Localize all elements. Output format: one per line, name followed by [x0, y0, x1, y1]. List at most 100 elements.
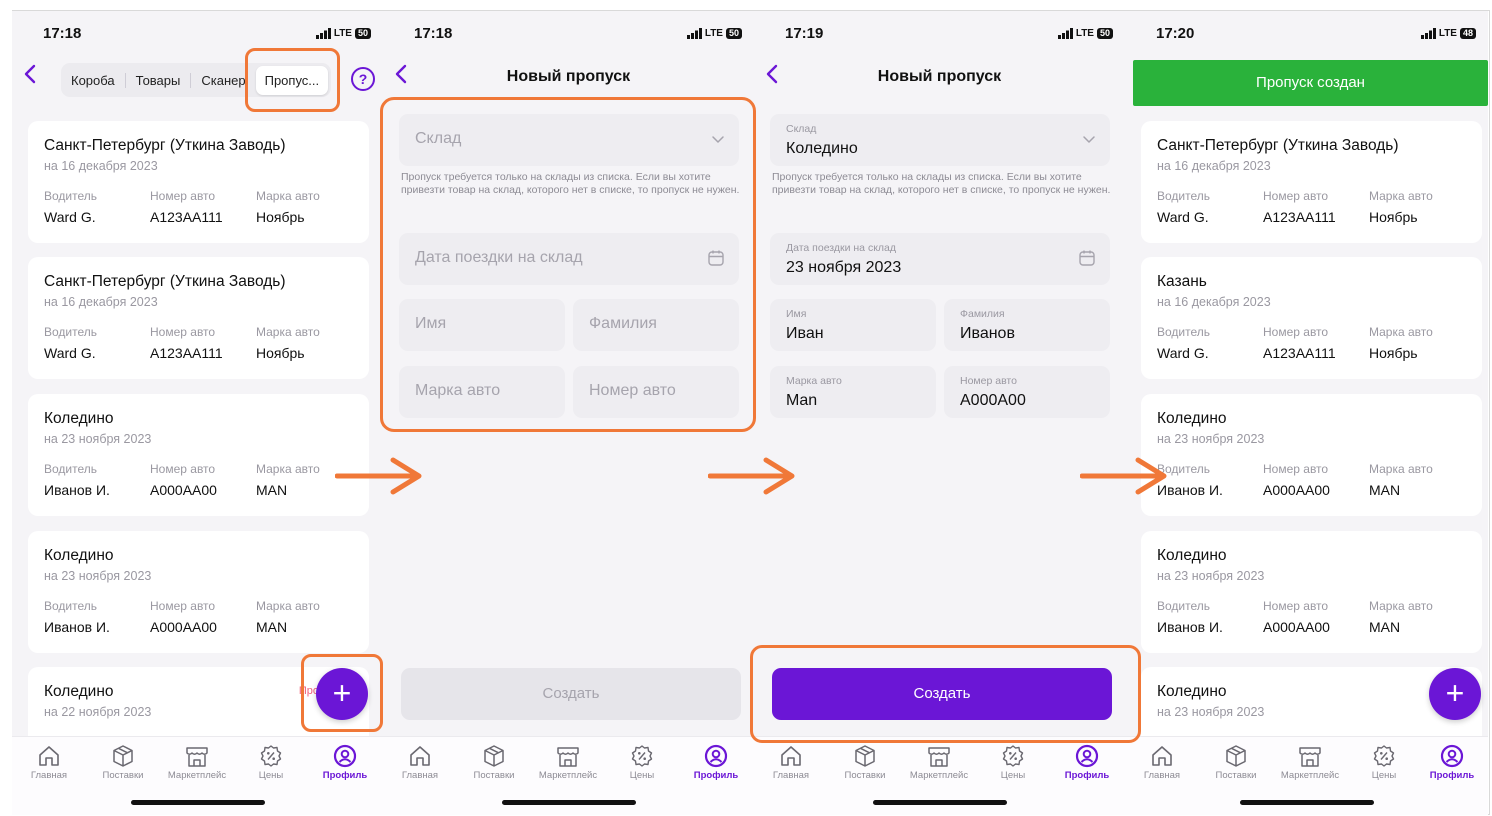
tab-supplies[interactable]: Поставки	[1199, 743, 1273, 781]
help-icon[interactable]: ?	[351, 67, 375, 91]
tab-supplies[interactable]: Поставки	[86, 743, 160, 781]
driver-label: Водитель	[1157, 325, 1211, 339]
pass-card[interactable]: Санкт-Петербург (Уткина Заводь) на 16 де…	[1141, 121, 1482, 243]
tab-profile[interactable]: Профиль	[679, 743, 753, 781]
status-bar: 17:20 LTE 48	[1125, 25, 1488, 45]
tab-home[interactable]: Главная	[12, 743, 86, 781]
highlight-form-fields	[380, 97, 756, 432]
tab-supplies[interactable]: Поставки	[828, 743, 902, 781]
tab-home[interactable]: Главная	[383, 743, 457, 781]
driver-value: Ward G.	[1157, 345, 1209, 361]
battery-icon: 50	[725, 28, 742, 39]
driver-value: Ward G.	[1157, 209, 1209, 225]
signal-bars-icon	[315, 28, 331, 39]
trip-date-label: Дата поездки на склад	[786, 242, 896, 254]
pass-card[interactable]: Коледино на 23 ноября 2023 Водитель Номе…	[1141, 531, 1482, 653]
signal-bars-icon	[686, 28, 702, 39]
tab-supplies[interactable]: Поставки	[457, 743, 531, 781]
tab-marketplace[interactable]: Маркетплейс	[1273, 743, 1347, 781]
tab-label: Маркетплейс	[1280, 770, 1340, 781]
home-icon	[410, 746, 430, 766]
tab-label: Цены	[258, 770, 284, 781]
tab-label: Поставки	[473, 770, 515, 781]
driver-label: Водитель	[1157, 599, 1211, 613]
tab-label: Профиль	[322, 770, 368, 781]
tab-marketplace[interactable]: Маркетплейс	[160, 743, 234, 781]
tab-prices[interactable]: Цены	[1347, 743, 1421, 781]
tab-label: Поставки	[844, 770, 886, 781]
pass-card[interactable]: Коледино на 23 ноября 2023 Водитель Номе…	[1141, 394, 1482, 516]
box-icon	[484, 745, 504, 767]
car-brand-label: Марка авто	[256, 462, 320, 476]
create-button-disabled[interactable]: Создать	[401, 668, 741, 720]
pass-city: Санкт-Петербург (Уткина Заводь)	[1157, 137, 1399, 154]
first-name-value: Иван	[786, 325, 824, 342]
add-pass-button[interactable]: +	[1429, 668, 1481, 720]
pass-card[interactable]: Санкт-Петербург (Уткина Заводь) на 16 де…	[28, 257, 369, 379]
signal-indicator: LTE 48	[1420, 28, 1476, 39]
pass-card[interactable]: Казань на 16 декабря 2023 Водитель Номер…	[1141, 257, 1482, 379]
tab-label: Маркетплейс	[538, 770, 598, 781]
car-number-label: Номер авто	[960, 375, 1017, 387]
signal-bars-icon	[1057, 28, 1073, 39]
car-brand-value: MAN	[1369, 619, 1401, 635]
home-indicator	[1239, 800, 1374, 805]
car-number-field[interactable]: Номер авто А000А00	[944, 366, 1110, 418]
driver-label: Водитель	[44, 462, 98, 476]
percent-icon	[1373, 745, 1395, 767]
trip-date-field[interactable]: Дата поездки на склад 23 ноября 2023	[770, 233, 1110, 285]
network-label: LTE	[333, 28, 352, 39]
first-name-field[interactable]: Имя Иван	[770, 299, 936, 351]
home-indicator	[130, 800, 265, 805]
car-brand-value: MAN	[256, 482, 288, 498]
home-icon	[1152, 746, 1172, 766]
tab-home[interactable]: Главная	[754, 743, 828, 781]
highlight-passes-tab	[245, 48, 340, 112]
pass-card[interactable]: Коледино на 23 ноября 2023 Водитель Номе…	[28, 394, 369, 516]
signal-bars-icon	[1420, 28, 1436, 39]
pass-date: на 16 декабря 2023	[1157, 159, 1271, 173]
tab-marketplace[interactable]: Маркетплейс	[531, 743, 605, 781]
car-number-value: А123АА111	[150, 345, 223, 361]
status-bar: 17:19 LTE 50	[754, 25, 1125, 45]
tab-label: Главная	[1143, 770, 1181, 781]
tab-marketplace[interactable]: Маркетплейс	[902, 743, 976, 781]
back-arrow-icon[interactable]	[20, 63, 40, 85]
car-number-label: Номер авто	[1263, 189, 1329, 203]
pass-city: Санкт-Петербург (Уткина Заводь)	[44, 137, 286, 154]
tab-prices[interactable]: Цены	[976, 743, 1050, 781]
warehouse-select[interactable]: Склад Коледино	[770, 114, 1110, 166]
last-name-field[interactable]: Фамилия Иванов	[944, 299, 1110, 351]
car-number-value: А123АА111	[150, 209, 223, 225]
car-brand-field[interactable]: Марка авто Man	[770, 366, 936, 418]
car-number-value: А000АА00	[1263, 619, 1330, 635]
profile-icon	[704, 744, 728, 768]
car-brand-label: Марка авто	[1369, 599, 1433, 613]
tab-label: Главная	[772, 770, 810, 781]
box-icon	[1226, 745, 1246, 767]
tab-home[interactable]: Главная	[1125, 743, 1199, 781]
car-brand-value: Ноябрь	[256, 209, 305, 225]
tab-prices[interactable]: Цены	[605, 743, 679, 781]
car-number-value: А000АА00	[1263, 482, 1330, 498]
tab-profile[interactable]: Профиль	[1050, 743, 1124, 781]
car-number-label: Номер авто	[150, 325, 216, 339]
car-brand-value: Man	[786, 392, 818, 409]
pass-date: на 23 ноября 2023	[44, 432, 152, 446]
pass-city: Коледино	[1157, 547, 1227, 564]
tab-boxes[interactable]: Короба	[61, 72, 126, 88]
tab-goods[interactable]: Товары	[126, 72, 192, 88]
car-number-value: А123АА111	[1263, 345, 1336, 361]
network-label: LTE	[1075, 28, 1094, 39]
pass-city: Коледино	[1157, 410, 1227, 427]
pass-card[interactable]: Санкт-Петербург (Уткина Заводь) на 16 де…	[28, 121, 369, 243]
driver-value: Иванов И.	[44, 482, 110, 498]
box-icon	[855, 745, 875, 767]
tab-prices[interactable]: Цены	[234, 743, 308, 781]
car-number-label: Номер авто	[1263, 462, 1329, 476]
tab-profile[interactable]: Профиль	[1415, 743, 1488, 781]
car-brand-value: Ноябрь	[1369, 209, 1418, 225]
car-brand-value: Ноябрь	[256, 345, 305, 361]
pass-card[interactable]: Коледино на 23 ноября 2023 Водитель Номе…	[28, 531, 369, 653]
tab-profile[interactable]: Профиль	[308, 743, 382, 781]
